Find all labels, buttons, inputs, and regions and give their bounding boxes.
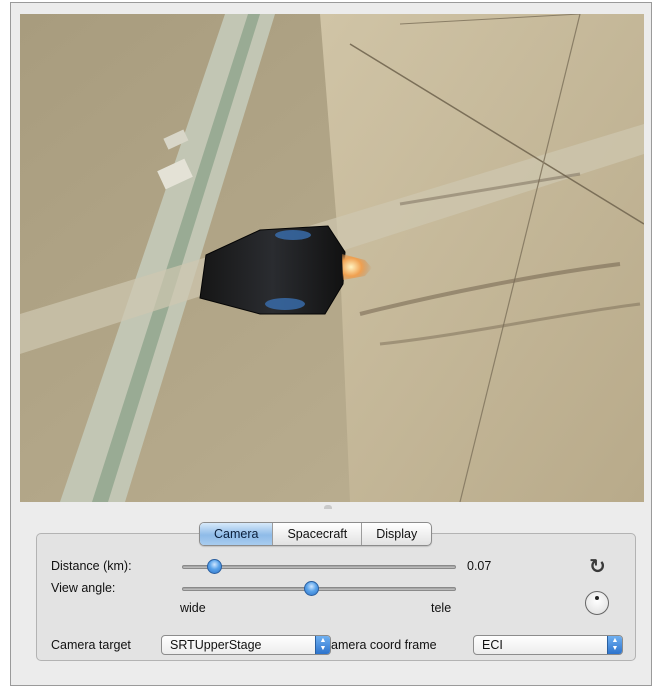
camera-target-label: Camera target xyxy=(51,638,131,652)
distance-label: Distance (km): xyxy=(51,559,132,573)
tele-label: tele xyxy=(431,601,452,615)
camera-target-select[interactable]: SRTUpperStage ▲ ▼ xyxy=(161,635,331,655)
coord-frame-select[interactable]: ECI ▲ ▼ xyxy=(473,635,623,655)
dial-indicator xyxy=(595,596,599,600)
view-angle-slider-track[interactable] xyxy=(182,587,456,591)
coord-frame-value: ECI xyxy=(482,638,503,652)
view-angle-label: View angle: xyxy=(51,581,116,595)
terrain-scene xyxy=(20,14,644,502)
camera-target-value: SRTUpperStage xyxy=(170,638,262,652)
tab-display[interactable]: Display xyxy=(361,523,431,545)
camera-panel: Distance (km): 0.07 ↻ View angle: wide t… xyxy=(36,533,636,661)
distance-slider-track[interactable] xyxy=(182,565,456,569)
select-arrows-icon: ▲ ▼ xyxy=(315,636,330,654)
reset-rotation-icon[interactable]: ↻ xyxy=(589,557,606,577)
tab-camera[interactable]: Camera xyxy=(200,523,273,545)
tab-spacecraft[interactable]: Spacecraft xyxy=(272,523,361,545)
3d-viewport[interactable] xyxy=(20,14,644,502)
coord-frame-label: amera coord frame xyxy=(331,638,437,652)
tab-bar: Camera Spacecraft Display xyxy=(199,522,433,546)
wide-label: wide xyxy=(180,601,206,615)
view-angle-slider-knob[interactable] xyxy=(304,581,319,596)
distance-value: 0.07 xyxy=(467,559,492,573)
distance-slider-knob[interactable] xyxy=(207,559,222,574)
orientation-dial-icon[interactable] xyxy=(585,591,609,615)
select-arrows-icon: ▲ ▼ xyxy=(607,636,622,654)
splitter-handle[interactable] xyxy=(324,505,332,509)
